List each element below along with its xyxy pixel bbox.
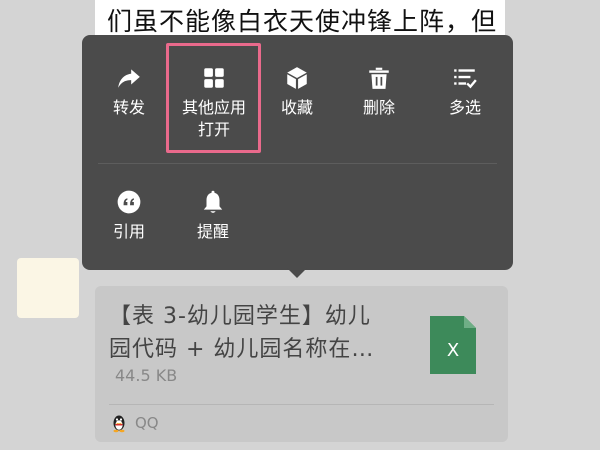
menu-item-label: 删除 bbox=[362, 98, 395, 117]
file-size: 44.5 KB bbox=[115, 366, 178, 385]
file-source-label: QQ bbox=[135, 414, 159, 432]
forward-icon bbox=[104, 61, 154, 95]
menu-item-label: 引用 bbox=[112, 222, 145, 241]
menu-item-label: 转发 bbox=[112, 98, 145, 117]
file-divider bbox=[109, 404, 494, 405]
menu-pointer bbox=[287, 268, 307, 278]
file-source: QQ bbox=[109, 413, 159, 433]
context-menu: 转发 其他应用 打开 收藏 删除 多选 引用 提醒 bbox=[82, 35, 513, 270]
menu-item-favorite[interactable]: 收藏 bbox=[272, 61, 322, 119]
menu-item-label: 收藏 bbox=[280, 98, 313, 117]
menu-item-delete[interactable]: 删除 bbox=[354, 61, 404, 119]
menu-item-remind[interactable]: 提醒 bbox=[188, 185, 238, 243]
highlight-box bbox=[166, 43, 261, 153]
trash-icon bbox=[354, 61, 404, 95]
file-message-card[interactable]: 【表 3-幼儿园学生】幼儿园代码 + 幼儿园名称在… 44.5 KB X QQ bbox=[95, 286, 508, 442]
file-name: 【表 3-幼儿园学生】幼儿园代码 + 幼儿园名称在… bbox=[109, 304, 375, 362]
menu-divider bbox=[98, 163, 497, 164]
file-type-letter: X bbox=[447, 340, 459, 361]
excel-file-icon: X bbox=[430, 316, 476, 374]
multi-select-icon bbox=[440, 61, 490, 95]
cube-favorite-icon bbox=[272, 61, 322, 95]
menu-item-multi-select[interactable]: 多选 bbox=[440, 61, 490, 119]
message-text: 们虽不能像白衣天使冲锋上阵，但 bbox=[107, 7, 498, 36]
bell-icon bbox=[188, 185, 238, 219]
avatar[interactable] bbox=[17, 258, 79, 318]
menu-item-label: 提醒 bbox=[196, 222, 229, 241]
menu-item-label: 多选 bbox=[448, 98, 481, 117]
qq-penguin-icon bbox=[109, 413, 129, 433]
menu-item-quote[interactable]: 引用 bbox=[104, 185, 154, 243]
menu-item-forward[interactable]: 转发 bbox=[104, 61, 154, 119]
quote-icon bbox=[104, 185, 154, 219]
